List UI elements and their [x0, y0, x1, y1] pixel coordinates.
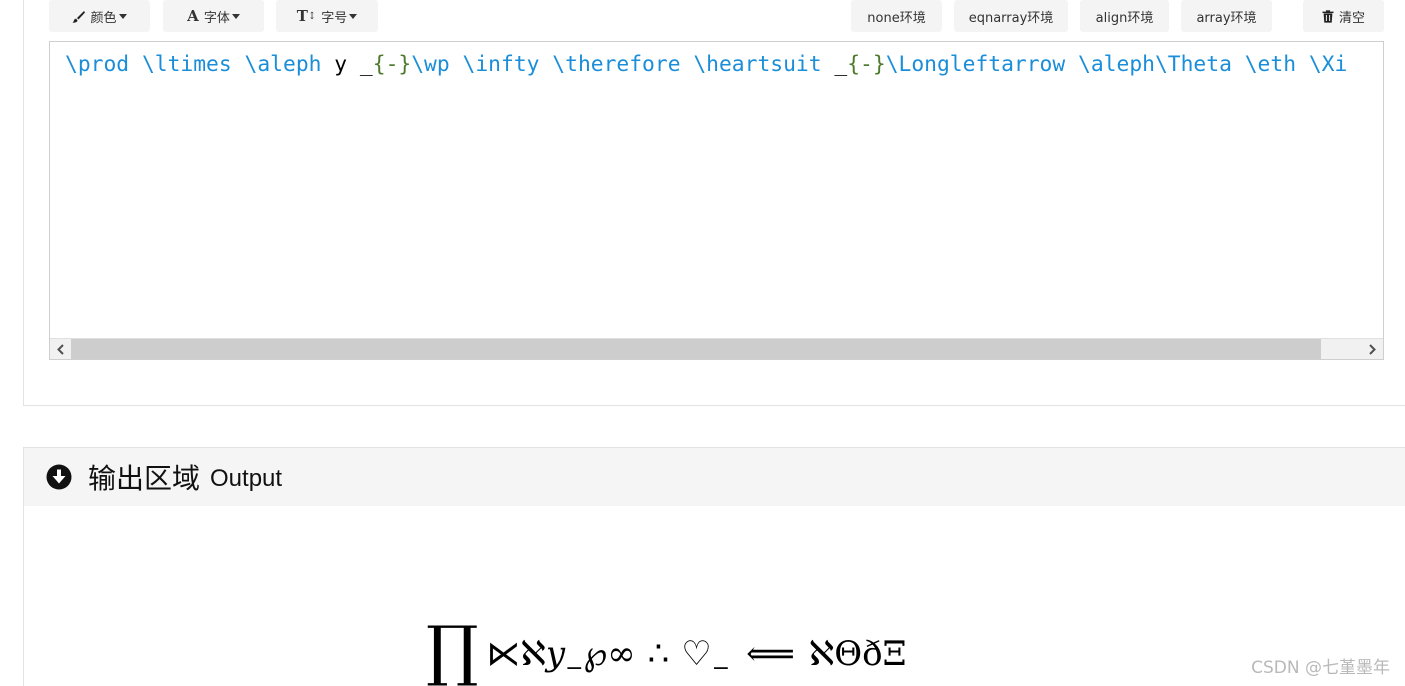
latex-editor[interactable]: \prod \ltimes \aleph y _{-}\wp \infty \t…: [49, 41, 1384, 360]
align-env-button[interactable]: align环境: [1080, 0, 1169, 32]
size-dropdown-button[interactable]: T ↕ 字号: [276, 0, 378, 32]
horizontal-scrollbar[interactable]: [50, 338, 1383, 359]
clear-button[interactable]: 清空: [1303, 0, 1384, 32]
array-env-label: array环境: [1196, 10, 1257, 26]
clear-label: 清空: [1338, 10, 1365, 26]
formula-subscript: −: [565, 656, 584, 681]
editor-token: {-}: [847, 52, 886, 77]
formula-prod: ∏: [426, 612, 479, 686]
none-env-label: none环境: [867, 10, 926, 26]
editor-token: \aleph: [244, 52, 322, 77]
font-dropdown-button[interactable]: A 字体: [163, 0, 264, 32]
editor-token: [681, 52, 694, 77]
editor-token: \prod: [65, 52, 130, 77]
size-label: 字号: [321, 10, 348, 26]
caret-down-icon: [231, 13, 240, 19]
formula-ltimes: ⋉: [486, 634, 521, 674]
editor-token: \wp: [411, 52, 450, 77]
font-A-icon: A: [187, 7, 199, 25]
editor-token: \Xi: [1308, 52, 1348, 77]
output-subtitle: Output: [210, 464, 283, 492]
editor-token: [129, 52, 142, 77]
editor-token: [1065, 52, 1078, 77]
formula-eth: ð: [862, 634, 883, 674]
color-label: 颜色: [90, 10, 117, 26]
editor-token: \infty: [462, 52, 540, 77]
editor-token: [1296, 52, 1309, 77]
editor-token: \therefore: [552, 52, 681, 77]
watermark: CSDN @七堇墨年: [1251, 658, 1390, 678]
trash-icon: [1322, 9, 1334, 23]
eqnarray-env-button[interactable]: eqnarray环境: [954, 0, 1068, 32]
formula-xi: Ξ: [882, 634, 907, 674]
editor-token: [1232, 52, 1245, 77]
text-size-icon: T ↕: [296, 7, 317, 25]
formula-aleph-2: ℵ: [808, 634, 835, 674]
chevron-left-icon[interactable]: [50, 339, 71, 359]
formula-theta: Θ: [834, 634, 863, 674]
editor-token: [450, 52, 463, 77]
formula-infty: ∞: [607, 634, 636, 674]
editor-token: _: [821, 52, 848, 77]
font-label: 字体: [203, 10, 230, 26]
output-panel: 输出区域 Output ∏ ⋉ ℵ y − ℘ ∞ ∴ ♡ − ⟸ ℵ Θ ð …: [23, 447, 1405, 686]
brush-icon: [72, 10, 86, 23]
editor-token: [539, 52, 552, 77]
editor-token: \Longleftarrow: [885, 52, 1066, 77]
editor-code-line[interactable]: \prod \ltimes \aleph y _{-}\wp \infty \t…: [65, 50, 1347, 80]
formula-longleftarrow: ⟸: [746, 634, 795, 674]
none-env-button[interactable]: none环境: [851, 0, 942, 32]
editor-token: [232, 52, 245, 77]
scrollbar-thumb[interactable]: [71, 339, 1321, 359]
output-header: 输出区域 Output: [24, 448, 1405, 506]
editor-token: \Theta: [1154, 52, 1232, 77]
editor-token: \ltimes: [141, 52, 232, 77]
editor-token: \heartsuit: [693, 52, 822, 77]
editor-token: \aleph: [1078, 52, 1155, 77]
editor-token: {-}: [372, 52, 412, 77]
formula-subscript-2: −: [711, 656, 731, 681]
formula-heartsuit: ♡: [681, 634, 712, 674]
formula-aleph: ℵ: [520, 634, 546, 674]
circle-arrow-down-icon: [46, 464, 72, 490]
array-env-button[interactable]: array环境: [1181, 0, 1272, 32]
chevron-right-icon[interactable]: [1362, 339, 1383, 359]
rendered-formula: ∏ ⋉ ℵ y − ℘ ∞ ∴ ♡ − ⟸ ℵ Θ ð Ξ: [426, 598, 907, 686]
color-dropdown-button[interactable]: 颜色: [49, 0, 150, 32]
editor-token: y _: [321, 52, 373, 77]
caret-down-icon: [118, 13, 127, 19]
eqnarray-env-label: eqnarray环境: [968, 10, 1054, 26]
page: 颜色 A 字体 T ↕ 字号 none环境 eqnarray环境 align环境 …: [0, 0, 1405, 686]
editor-token: \eth: [1244, 52, 1297, 77]
output-title: 输出区域: [88, 462, 201, 495]
formula-wp: ℘: [583, 634, 608, 674]
formula-therefore: ∴: [647, 634, 670, 674]
formula-y: y: [545, 634, 566, 674]
align-env-label: align环境: [1095, 10, 1154, 26]
caret-down-icon: [349, 13, 358, 19]
